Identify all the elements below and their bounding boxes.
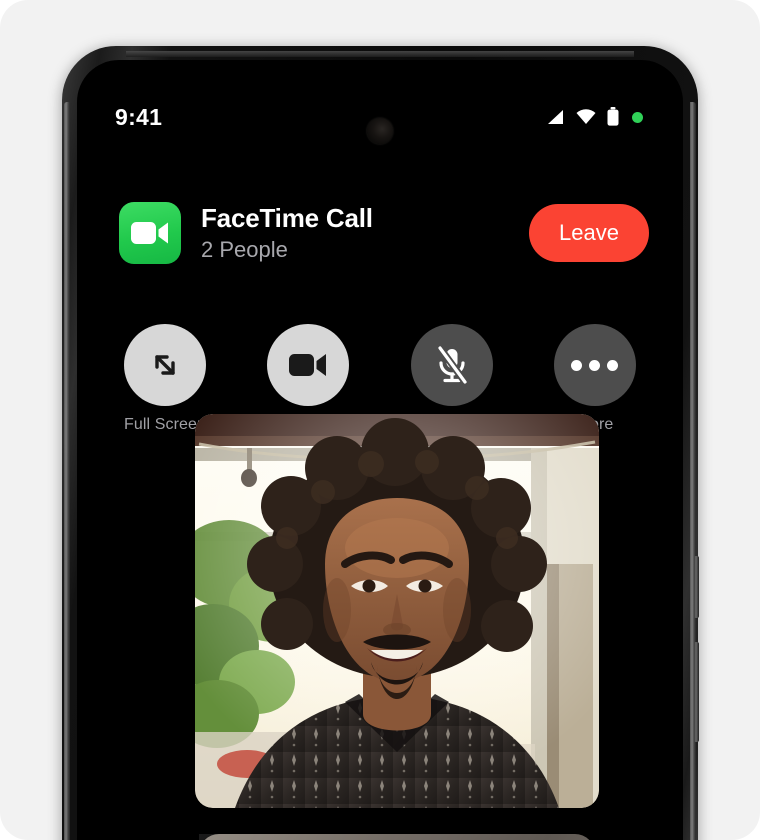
full-screen-button[interactable] [124, 324, 206, 406]
page-surface: 9:41 FaceTime Call 2 People Leave Full S… [0, 0, 760, 840]
microphone-slash-icon [436, 344, 469, 386]
device-top-seam [126, 51, 634, 57]
device-left-rail [64, 102, 70, 840]
camera-privacy-dot [632, 111, 643, 123]
call-header: FaceTime Call 2 People Leave [77, 202, 683, 264]
leave-button[interactable]: Leave [529, 204, 649, 262]
participant-video-feed [195, 414, 599, 808]
video-camera-icon [289, 354, 327, 376]
control-full-screen[interactable]: Full Screen [117, 324, 213, 434]
more-button[interactable] [553, 324, 636, 406]
power-button[interactable] [694, 556, 699, 618]
page-title: FaceTime Call [201, 202, 373, 233]
call-text-block: FaceTime Call 2 People [201, 203, 529, 263]
camera-button[interactable] [267, 324, 350, 406]
wifi-icon [576, 109, 596, 124]
ellipsis-icon [571, 359, 619, 371]
status-icons [544, 85, 643, 127]
facetime-video-icon [119, 202, 181, 264]
phone-device: 9:41 FaceTime Call 2 People Leave Full S… [62, 46, 699, 840]
battery-icon [607, 107, 619, 126]
volume-button[interactable] [694, 642, 699, 742]
cellular-signal-icon [548, 110, 563, 124]
status-bar: 9:41 [77, 60, 683, 152]
participant-video-tile[interactable] [195, 414, 599, 808]
control-label: Full Screen [123, 416, 207, 433]
expand-diagonal-icon [155, 355, 175, 375]
video-camera-glyph [131, 222, 168, 244]
status-time: 9:41 [115, 103, 163, 130]
mute-button[interactable] [410, 324, 493, 406]
bottom-sheet-card[interactable] [199, 834, 595, 840]
phone-screen: 9:41 FaceTime Call 2 People Leave Full S… [77, 60, 683, 840]
participant-count: 2 People [201, 236, 288, 262]
